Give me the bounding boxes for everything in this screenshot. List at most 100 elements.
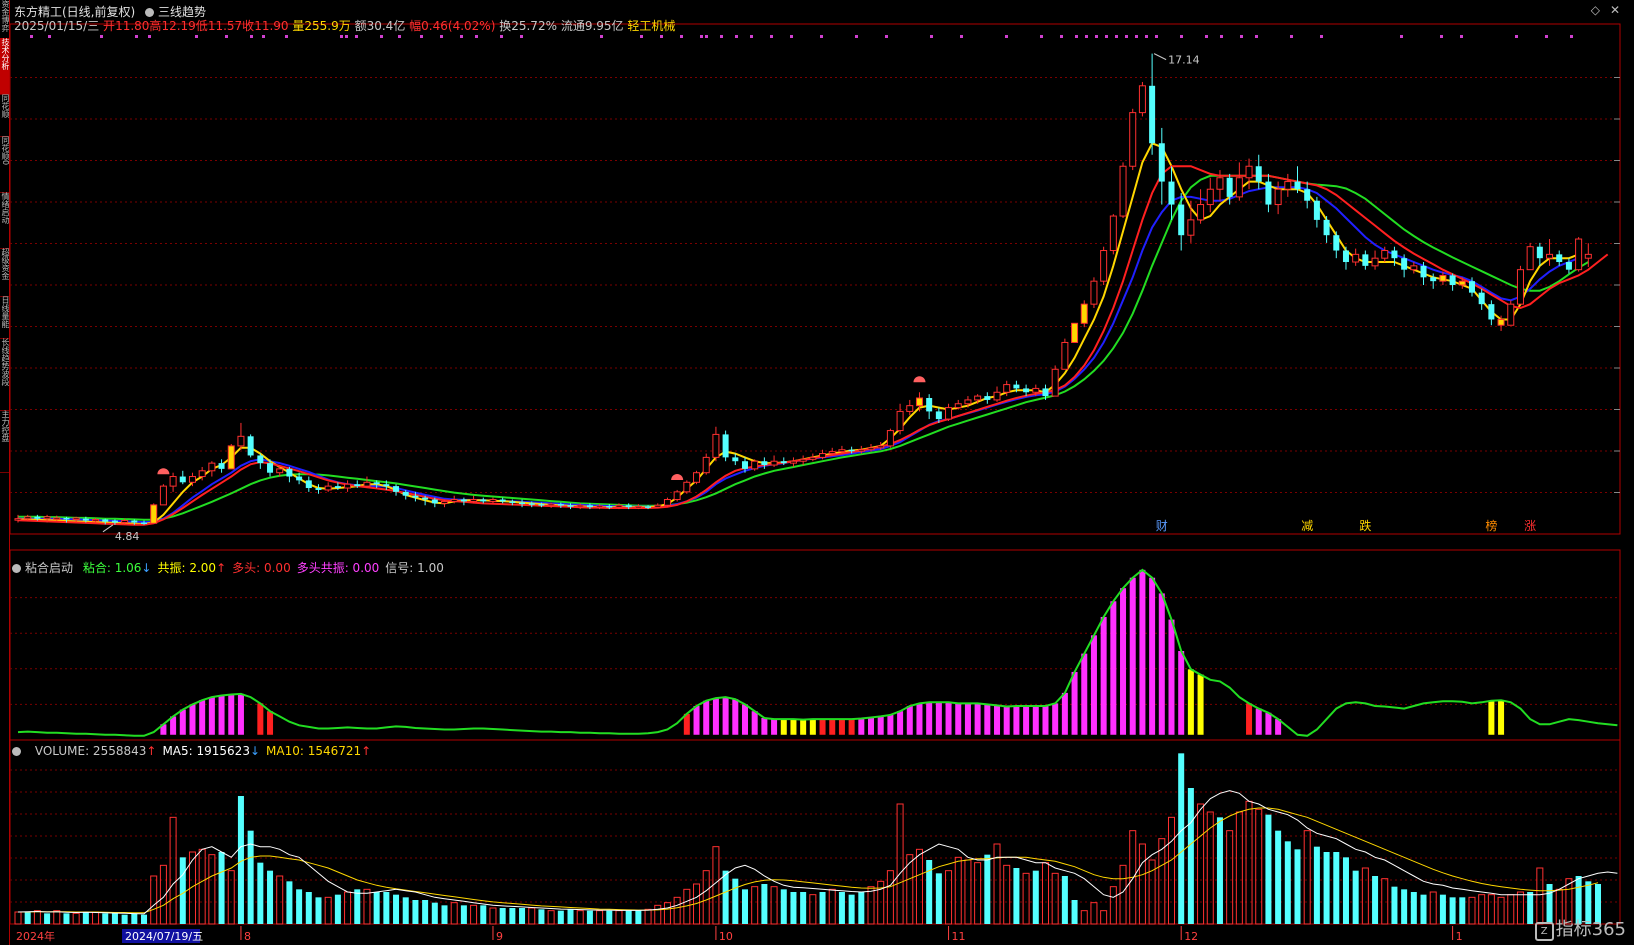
- candle-body: [1042, 388, 1049, 397]
- candle-body: [1119, 165, 1127, 217]
- float-label: 流通: [560, 19, 585, 33]
- sidebar-tab[interactable]: 日线量能: [0, 296, 9, 339]
- candle-body: [954, 403, 962, 409]
- candle-body: [838, 449, 846, 453]
- volume-bar: [1109, 886, 1117, 925]
- volume-bar: [1429, 891, 1437, 925]
- volume-bar: [460, 905, 467, 924]
- volume-bar: [1294, 849, 1301, 924]
- volume-panel-toggle-icon[interactable]: [12, 747, 21, 756]
- candle: [1138, 81, 1146, 117]
- volume-bar: [935, 873, 942, 924]
- volume-bar: [1439, 894, 1446, 924]
- candle-body: [645, 506, 652, 508]
- low-label: 低: [195, 19, 208, 33]
- indicator-toggle-icon[interactable]: [145, 8, 155, 17]
- candle: [945, 403, 953, 421]
- candle-body: [159, 485, 167, 506]
- candle-body: [770, 460, 778, 466]
- candle-body: [615, 504, 623, 508]
- stock-chart[interactable]: 17.144.84财减跌榜涨 2024年 2024/07/19/五 8 9 10 11 12…: [0, 0, 1634, 945]
- volume-bar: [848, 894, 855, 924]
- candle-body: [1109, 215, 1117, 252]
- candle: [1575, 237, 1583, 272]
- close-icon[interactable]: ✕: [1610, 3, 1620, 17]
- osc-bar: [761, 718, 768, 735]
- candle-body: [431, 499, 438, 504]
- candle: [393, 484, 400, 496]
- volume-bar: [431, 902, 438, 924]
- candle-body: [1430, 277, 1437, 282]
- marker-dot: [1180, 35, 1183, 38]
- volume-bar: [169, 816, 177, 925]
- volume-bar: [334, 894, 341, 924]
- panel-field: 信号: 1.00: [385, 561, 444, 575]
- candle-body: [1478, 292, 1485, 305]
- sidebar-tab[interactable]: 情绪启动: [0, 192, 9, 249]
- candle-body: [1226, 177, 1233, 197]
- volume-bar: [286, 881, 293, 924]
- volume-bar: [412, 900, 419, 924]
- candle: [1449, 273, 1456, 291]
- candle-body: [1304, 189, 1311, 201]
- volume-bar: [102, 913, 109, 924]
- osc-bar: [1158, 593, 1165, 735]
- panel-field: 多头共振: 0.00: [296, 561, 380, 575]
- volume-bar: [92, 911, 100, 925]
- max-price-pointer: [1153, 53, 1167, 61]
- volume-bar: [1255, 808, 1263, 925]
- candle-body: [305, 480, 312, 489]
- candle-body: [1013, 384, 1020, 389]
- candle-body: [1158, 143, 1165, 182]
- volume-bar: [324, 896, 332, 925]
- candle-body: [1410, 265, 1418, 271]
- volume-bar: [1100, 910, 1108, 925]
- volume-bar: [1410, 892, 1417, 924]
- volume-bar: [141, 914, 148, 924]
- sector-link[interactable]: 轻工机械: [627, 19, 675, 33]
- panel-field: 多头: 0.00: [232, 561, 291, 575]
- osc-bar: [732, 699, 739, 735]
- marker-dot: [380, 35, 383, 38]
- candle-body: [848, 449, 855, 452]
- candle-body: [1371, 257, 1379, 267]
- volume-bar: [702, 870, 710, 925]
- osc-bar: [1488, 700, 1495, 735]
- volume-bar: [1487, 894, 1495, 925]
- volume-bar: [644, 908, 652, 925]
- indicator-panel-name[interactable]: 粘合启动: [25, 561, 73, 575]
- marker-dot: [1060, 35, 1063, 38]
- marker-dot: [770, 35, 773, 38]
- volume-bar: [1352, 870, 1359, 924]
- sidebar-tab[interactable]: 同花顺: [0, 94, 9, 137]
- volume-bar: [276, 875, 284, 925]
- sidebar-tab[interactable]: 资金博弈: [0, 0, 9, 39]
- min-price-pointer: [102, 524, 114, 533]
- osc-bar: [1187, 669, 1194, 735]
- candle-body: [945, 407, 953, 420]
- indicator-panel-toggle-icon[interactable]: [12, 564, 21, 573]
- diamond-icon[interactable]: ◇: [1591, 3, 1600, 17]
- candle-body: [1556, 254, 1563, 263]
- volume-bar: [1245, 800, 1253, 925]
- volume-bar: [1459, 897, 1466, 924]
- sidebar-tab[interactable]: 长线趋势波段: [0, 338, 9, 411]
- candle-body: [63, 517, 70, 520]
- candle-body: [82, 518, 89, 521]
- sidebar-tab[interactable]: 超级资金: [0, 248, 9, 297]
- sidebar-tab[interactable]: 主力控盘: [0, 410, 9, 473]
- osc-bar: [751, 711, 758, 735]
- volume-bar: [1051, 872, 1059, 925]
- candle-body: [886, 430, 894, 447]
- candle-body: [896, 410, 904, 432]
- candle: [1526, 242, 1534, 271]
- sidebar-tab[interactable]: 技术分析: [0, 38, 9, 95]
- osc-bar: [974, 703, 981, 735]
- sidebar-tab[interactable]: 同花顺0: [0, 136, 9, 193]
- close-value: 11.90: [254, 19, 289, 33]
- candle: [886, 428, 894, 448]
- volume-bar: [886, 870, 894, 925]
- marker-dot: [1515, 35, 1518, 38]
- volume-bar: [14, 911, 22, 925]
- marker-dot: [48, 35, 51, 38]
